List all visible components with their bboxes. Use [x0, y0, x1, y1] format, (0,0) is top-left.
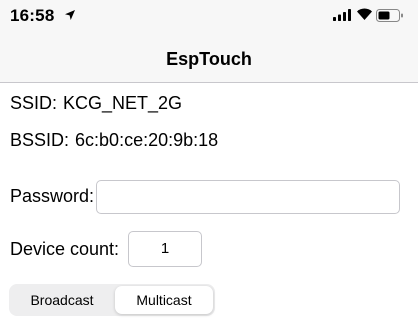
status-bar: 16:58: [0, 0, 418, 36]
broadcast-segment[interactable]: Broadcast: [11, 286, 113, 314]
bssid-value: 6c:b0:ce:20:9b:18: [75, 130, 219, 150]
wifi-icon: [357, 8, 372, 20]
bssid-label: BSSID:: [10, 130, 70, 150]
device-count-field[interactable]: 1: [128, 231, 202, 267]
battery-icon: [376, 9, 403, 22]
password-label: Password:: [10, 186, 95, 206]
ssid-label: SSID:: [10, 93, 58, 113]
cellular-signal-icon: [333, 9, 351, 21]
device-count-label: Device count:: [10, 239, 120, 259]
password-field[interactable]: [96, 180, 400, 214]
location-arrow-icon: [65, 10, 75, 20]
ssid-value: KCG_NET_2G: [63, 93, 183, 113]
page-title: EspTouch: [166, 49, 252, 69]
mode-segmented-control: Broadcast Multicast: [9, 284, 215, 316]
status-time: 16:58: [10, 6, 55, 25]
navigation-bar: EspTouch: [0, 36, 418, 83]
ssid-row: SSID: KCG_NET_2G: [10, 93, 182, 114]
multicast-segment[interactable]: Multicast: [115, 286, 213, 314]
bssid-row: BSSID: 6c:b0:ce:20:9b:18: [10, 130, 218, 151]
